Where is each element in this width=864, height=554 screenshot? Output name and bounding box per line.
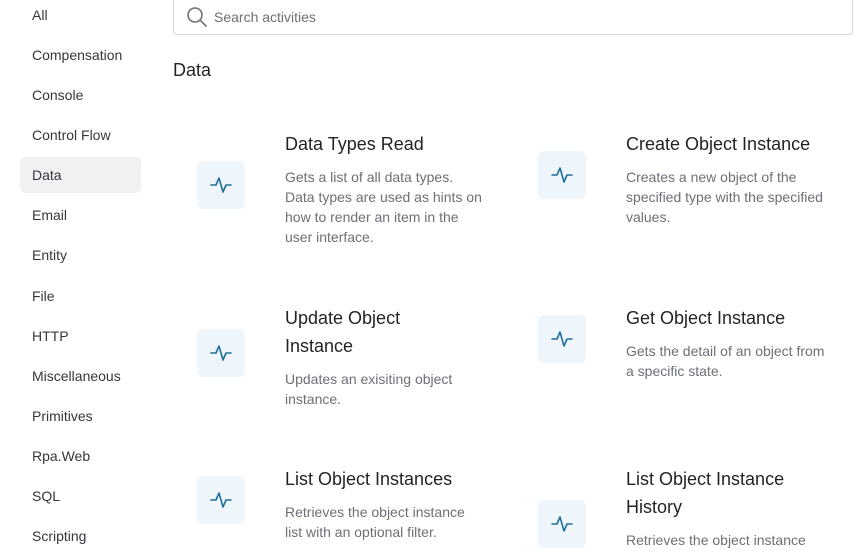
sidebar-item-control-flow[interactable]: Control Flow	[20, 117, 141, 153]
sidebar-item-label: Rpa.Web	[32, 448, 91, 464]
sidebar-item-label: Data	[32, 167, 62, 183]
sidebar-item-http[interactable]: HTTP	[20, 318, 141, 354]
sidebar-item-sql[interactable]: SQL	[20, 478, 141, 514]
sidebar-item-all[interactable]: All	[20, 0, 141, 33]
sidebar-item-label: Compensation	[32, 47, 123, 63]
sidebar-item-label: SQL	[32, 488, 61, 504]
section-title: Data	[173, 60, 212, 80]
pulse-icon	[197, 329, 245, 377]
activity-description: Gets a list of all data types. Data type…	[285, 169, 482, 245]
activity-title: Create Object Instance	[626, 134, 811, 154]
sidebar-item-console[interactable]: Console	[20, 77, 141, 113]
sidebar-item-scripting[interactable]: Scripting	[20, 518, 141, 554]
sidebar-item-label: Control Flow	[32, 127, 111, 143]
search-icon	[187, 7, 207, 27]
activity-title: Get Object Instance	[626, 308, 786, 328]
activity-description: Creates a new object of the specified ty…	[626, 169, 823, 225]
sidebar-item-label: Miscellaneous	[32, 368, 121, 384]
sidebar-item-file[interactable]: File	[20, 278, 141, 314]
activity-description: Retrieves the object instance	[626, 532, 806, 548]
sidebar-item-label: Email	[32, 207, 68, 223]
sidebar-item-miscellaneous[interactable]: Miscellaneous	[20, 358, 141, 394]
search-bar	[173, 0, 853, 35]
sidebar-item-label: Entity	[32, 247, 68, 263]
sidebar-item-data[interactable]: Data	[20, 157, 141, 193]
sidebar-item-primitives[interactable]: Primitives	[20, 398, 141, 434]
pulse-icon	[538, 151, 586, 199]
sidebar-item-entity[interactable]: Entity	[20, 237, 141, 273]
activity-title: List Object Instance History	[626, 469, 785, 517]
sidebar-item-label: Primitives	[32, 408, 93, 424]
sidebar-item-label: File	[32, 288, 55, 304]
activity-description: Retrieves the object instance list with …	[285, 504, 465, 540]
sidebar-item-label: All	[32, 7, 48, 23]
activity-title: Update Object Instance	[285, 308, 401, 356]
pulse-icon	[197, 161, 245, 209]
sidebar-item-rpa-web[interactable]: Rpa.Web	[20, 438, 141, 474]
sidebar-item-email[interactable]: Email	[20, 197, 141, 233]
search-input[interactable]	[214, 5, 814, 29]
pulse-icon	[538, 315, 586, 363]
category-sidebar: All Compensation Console Control Flow Da…	[0, 0, 160, 548]
activity-title: Data Types Read	[285, 134, 424, 154]
sidebar-item-label: Scripting	[32, 528, 87, 544]
sidebar-item-label: Console	[32, 87, 84, 103]
activity-title: List Object Instances	[285, 469, 453, 489]
activity-description: Gets the detail of an object from a spec…	[626, 343, 825, 379]
sidebar-item-compensation[interactable]: Compensation	[20, 37, 141, 73]
activity-description: Updates an exisiting object instance.	[285, 371, 453, 407]
pulse-icon	[197, 476, 245, 524]
pulse-icon	[538, 500, 586, 548]
sidebar-item-label: HTTP	[32, 328, 69, 344]
